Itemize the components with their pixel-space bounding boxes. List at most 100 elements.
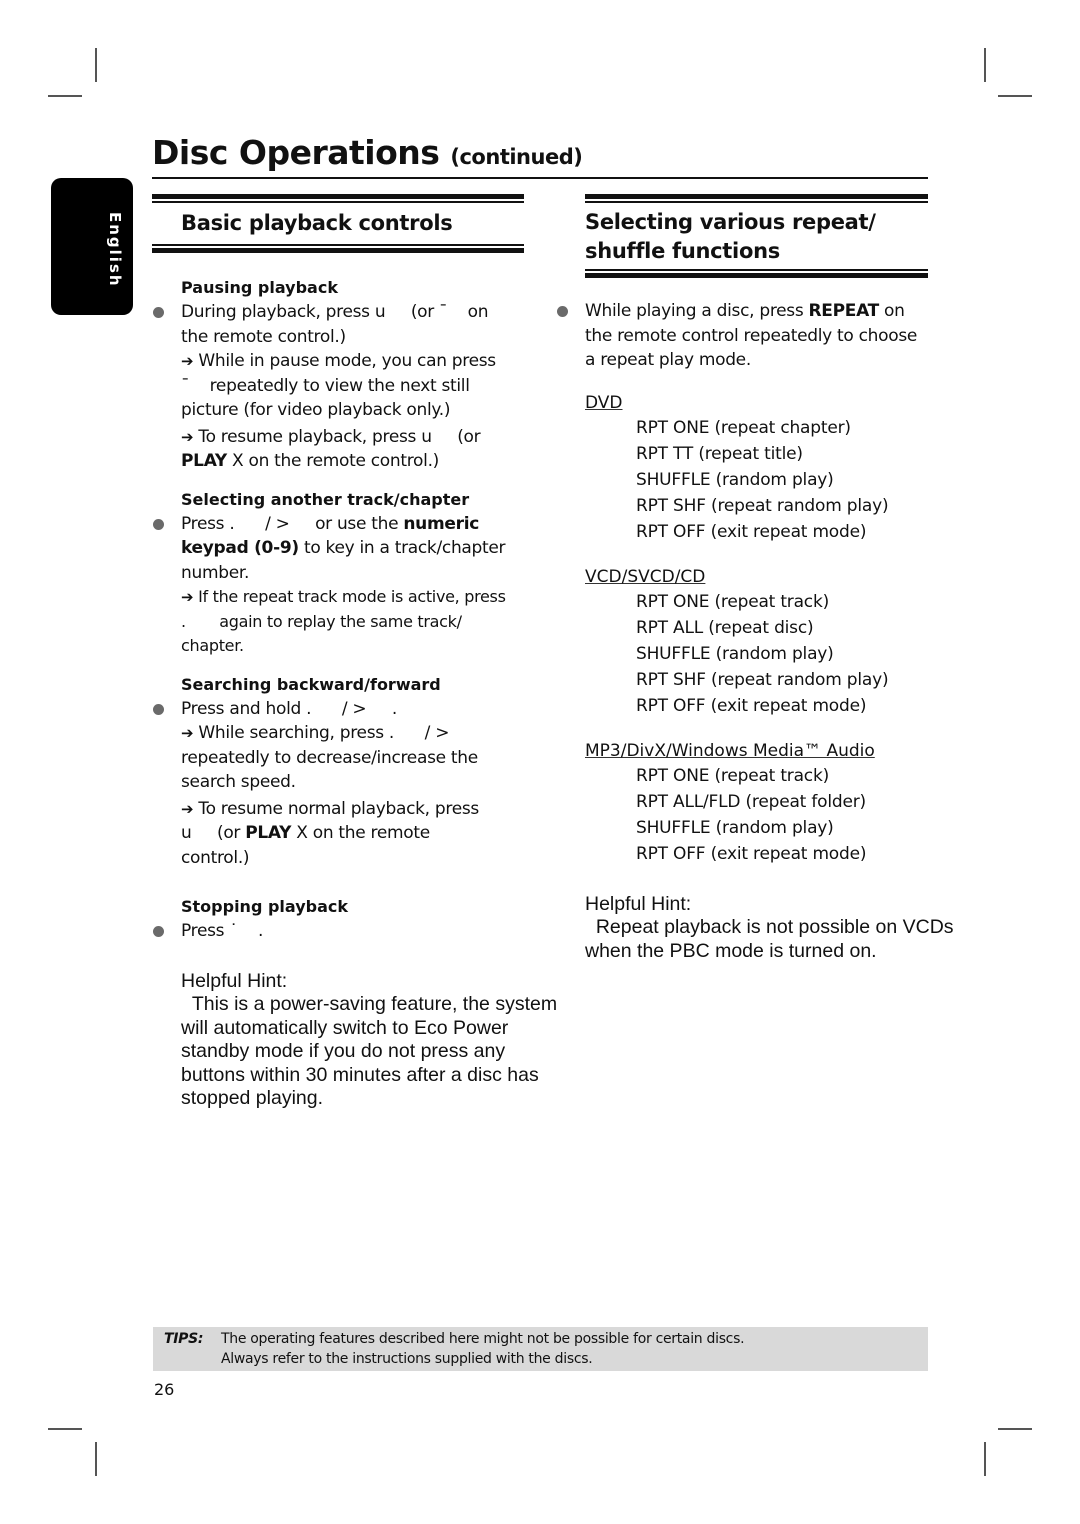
pausing-note-2: ➔ To resume playback, press u (or PLAY X … <box>181 425 524 474</box>
mode-item: SHUFFLE (random play) <box>636 817 834 838</box>
text-line: To resume playback, press u (or <box>198 426 481 447</box>
mode-item: RPT TT (repeat title) <box>636 443 803 464</box>
text-line: a repeat play mode. <box>585 350 751 370</box>
section-rule-top <box>585 194 928 203</box>
crop-mark <box>48 1428 82 1430</box>
mode-group-vcd: VCD/SVCD/CD RPT ONE (repeat track) RPT A… <box>585 565 928 719</box>
mode-item: RPT ONE (repeat track) <box>636 765 830 786</box>
searching-note-2: ➔ To resume normal playback, press u (or … <box>181 797 524 871</box>
numeric-label: numeric <box>403 513 479 534</box>
mode-group-dvd: DVD RPT ONE (repeat chapter) RPT TT (rep… <box>585 391 928 545</box>
text-line: While searching, press . / > <box>198 723 450 743</box>
hint-line: when the PBC mode is turned on. <box>585 939 877 962</box>
play-key-label: PLAY <box>245 823 292 843</box>
stopping-step: Press ˙ . <box>153 919 524 944</box>
text-line: search speed. <box>181 772 296 792</box>
repeat-step: While playing a disc, press REPEAT on the… <box>557 299 928 373</box>
selecting-step: Press . / > or use the numeric keypad (0-… <box>153 512 524 586</box>
text-line: repeatedly to decrease/increase the <box>181 747 478 768</box>
section-rule-bottom <box>152 244 524 253</box>
text-line: While in pause mode, you can press <box>198 351 496 371</box>
text-line: the remote control repeatedly to choose <box>585 325 918 346</box>
text-line: . again to replay the same track/ <box>181 611 462 631</box>
mode-item: RPT ONE (repeat chapter) <box>636 417 851 438</box>
section-rule-bottom <box>585 269 928 278</box>
subheading-stopping: Stopping playback <box>181 897 349 916</box>
helpful-hint-right: Helpful Hint: Repeat playback is not pos… <box>585 893 985 964</box>
mode-group-label: MP3/DivX/Windows Media™ Audio <box>585 740 875 761</box>
mode-item: RPT OFF (exit repeat mode) <box>636 843 867 864</box>
crop-mark <box>984 1442 986 1476</box>
crop-mark <box>998 1428 1032 1430</box>
crop-mark <box>998 95 1032 97</box>
crop-mark <box>48 95 82 97</box>
text-line: During playback, press u (or ¯ on <box>181 302 489 322</box>
keypad-label: keypad (0-9) <box>181 538 299 558</box>
right-column: Selecting various repeat/ shuffle functi… <box>557 194 954 963</box>
heading-line: Selecting various repeat/ <box>585 210 876 234</box>
searching-step: Press and hold . / > . <box>153 697 524 722</box>
hint-title: Helpful Hint: <box>181 969 288 992</box>
tips-box: TIPS: The operating features described h… <box>153 1327 928 1371</box>
text-line: If the repeat track mode is active, pres… <box>198 587 506 606</box>
text-line: number. <box>181 562 250 583</box>
text-line: ¯ repeatedly to view the next still <box>181 375 470 396</box>
mode-item: RPT ONE (repeat track) <box>636 591 830 612</box>
mode-item: RPT OFF (exit repeat mode) <box>636 695 867 716</box>
text-line: on <box>878 301 905 321</box>
mode-item: SHUFFLE (random play) <box>636 643 834 664</box>
text-line: X on the remote <box>291 823 430 843</box>
pausing-step: During playback, press u (or ¯ on the rem… <box>153 300 524 349</box>
section-rule-top <box>152 194 524 203</box>
page-title-suffix: (continued) <box>450 145 583 169</box>
hint-line: will automatically switch to Eco Power <box>181 1016 509 1039</box>
arrow-right-icon: ➔ <box>181 724 194 742</box>
language-tab-label: English <box>106 212 124 288</box>
crop-mark <box>984 48 986 82</box>
mode-item: RPT SHF (repeat random play) <box>636 669 889 690</box>
hint-line: buttons within 30 minutes after a disc h… <box>181 1063 539 1086</box>
heading-line: shuffle functions <box>585 239 780 263</box>
helpful-hint-left: Helpful Hint: This is a power-saving fea… <box>181 970 581 1111</box>
mode-item: RPT ALL/FLD (repeat folder) <box>636 791 866 812</box>
arrow-right-icon: ➔ <box>181 588 194 606</box>
hint-line: This is a power-saving feature, the syst… <box>181 993 558 1015</box>
text-line: Press . / > or use the <box>181 513 404 534</box>
text-line: X on the remote control.) <box>226 451 440 471</box>
searching-note-1: ➔ While searching, press . / > repeatedly… <box>181 721 524 795</box>
mode-item: RPT SHF (repeat random play) <box>636 495 889 516</box>
hint-line: stopped playing. <box>181 1087 324 1109</box>
title-rule <box>152 177 928 179</box>
hint-title: Helpful Hint: <box>585 892 692 915</box>
pausing-note-1: ➔ While in pause mode, you can press ¯ re… <box>181 349 524 423</box>
section-heading-basic-playback: Basic playback controls <box>181 211 453 235</box>
mode-item: RPT OFF (exit repeat mode) <box>636 521 867 542</box>
subheading-selecting: Selecting another track/chapter <box>181 489 470 509</box>
page-title: Disc Operations (continued) <box>152 133 583 172</box>
arrow-right-icon: ➔ <box>181 352 194 370</box>
mode-group-mp3: MP3/DivX/Windows Media™ Audio RPT ONE (r… <box>585 739 928 867</box>
text-line: picture (for video playback only.) <box>181 400 451 420</box>
page-title-text: Disc Operations <box>152 133 440 172</box>
tips-line: The operating features described here mi… <box>221 1331 745 1347</box>
text-line: to key in a track/chapter <box>298 538 506 558</box>
hint-line: Repeat playback is not possible on VCDs <box>585 916 954 938</box>
hint-line: standby mode if you do not press any <box>181 1040 506 1062</box>
section-heading-repeat: Selecting various repeat/ shuffle functi… <box>585 208 928 266</box>
mode-item: RPT ALL (repeat disc) <box>636 617 814 638</box>
text-line: control.) <box>181 847 250 868</box>
tips-text: The operating features described here mi… <box>221 1329 745 1369</box>
tips-label: TIPS: <box>164 1331 204 1347</box>
arrow-right-icon: ➔ <box>181 427 194 446</box>
subheading-searching: Searching backward/forward <box>181 674 441 694</box>
crop-mark <box>95 48 97 82</box>
crop-mark <box>95 1442 97 1476</box>
tips-line: Always refer to the instructions supplie… <box>221 1351 593 1367</box>
mode-group-label: DVD <box>585 392 623 413</box>
text-line: chapter. <box>181 636 244 655</box>
subheading-pausing: Pausing playback <box>181 278 338 297</box>
play-key-label: PLAY <box>181 451 227 471</box>
repeat-key-label: REPEAT <box>808 301 880 321</box>
page-number: 26 <box>154 1380 175 1399</box>
selecting-note: ➔ If the repeat track mode is active, pr… <box>181 585 524 659</box>
